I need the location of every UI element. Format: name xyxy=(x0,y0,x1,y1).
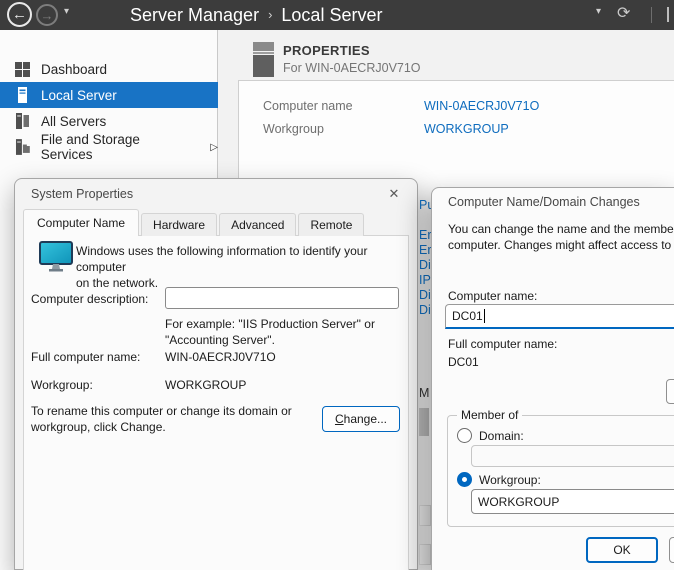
properties-subheader: For WIN-0AECRJ0V71O xyxy=(283,61,421,75)
occluded-ui-fragment xyxy=(419,408,429,436)
refresh-icon[interactable]: ⟳ xyxy=(617,3,630,23)
nav-dropdown-icon[interactable]: ▾ xyxy=(64,6,69,17)
rename-hint-line: workgroup, click Change. xyxy=(31,419,292,435)
sidebar-item-all-servers[interactable]: All Servers xyxy=(0,108,218,134)
workgroup-link[interactable]: WORKGROUP xyxy=(424,122,509,136)
titlebar: ← → ▾ Server Manager › Local Server ▾ ⟳ xyxy=(0,0,674,30)
breadcrumb-separator-icon: › xyxy=(268,7,272,22)
sidebar-item-label: File and Storage Services xyxy=(41,132,194,162)
sidebar-item-label: Local Server xyxy=(41,88,117,103)
occluded-text-fragment: Pu xyxy=(419,198,431,211)
rename-hint-line: To rename this computer or change its do… xyxy=(31,403,292,419)
dialog-title: Computer Name/Domain Changes xyxy=(448,195,640,209)
computer-description-input[interactable] xyxy=(165,287,399,309)
dialog-description-line: Windows uses the following information t… xyxy=(76,243,417,275)
server-manager-window: ← → ▾ Server Manager › Local Server ▾ ⟳ … xyxy=(0,0,674,570)
more-button-clipped[interactable] xyxy=(666,379,674,404)
occluded-text-fragment: Er xyxy=(419,243,431,256)
app-title: Server Manager xyxy=(130,5,259,26)
computer-name-input-value: DC01 xyxy=(452,309,483,323)
sidebar-item-dashboard[interactable]: Dashboard xyxy=(0,56,218,82)
sidebar-item-file-storage-services[interactable]: File and Storage Services ▷ xyxy=(0,134,218,160)
workgroup-radio[interactable] xyxy=(457,472,472,487)
dialog-description: You can change the name and the membersh… xyxy=(448,221,674,253)
dashboard-icon xyxy=(15,62,30,77)
tab-remote[interactable]: Remote xyxy=(298,213,364,236)
example-text: For example: "IIS Production Server" or … xyxy=(165,316,375,348)
full-computer-name-value: DC01 xyxy=(448,354,479,370)
monitor-icon xyxy=(39,241,73,273)
full-computer-name-label: Full computer name: xyxy=(31,349,140,365)
dialog-description-line: computer. Changes might affect access to… xyxy=(448,237,674,253)
file-storage-services-icon xyxy=(15,139,30,155)
tab-strip: Computer Name Hardware Advanced Remote xyxy=(23,209,409,236)
example-text-line: "Accounting Server". xyxy=(165,332,375,348)
properties-header: PROPERTIES xyxy=(283,43,370,58)
local-server-icon xyxy=(15,87,30,103)
occluded-text-fragment: IP xyxy=(419,273,431,286)
all-servers-icon xyxy=(15,113,30,129)
tab-advanced[interactable]: Advanced xyxy=(219,213,296,236)
domain-label: Domain: xyxy=(479,428,524,444)
occluded-text-fragment: Di xyxy=(419,303,431,316)
toolbar-divider xyxy=(651,7,652,23)
tab-computer-name[interactable]: Computer Name xyxy=(23,209,139,236)
example-text-line: For example: "IIS Production Server" or xyxy=(165,316,375,332)
workgroup-input[interactable] xyxy=(471,489,674,514)
close-icon[interactable]: ✕ xyxy=(381,183,407,205)
change-button[interactable]: Change... xyxy=(322,406,400,432)
occluded-ui-fragment xyxy=(419,505,431,526)
ok-button-label: OK xyxy=(613,543,630,557)
occluded-text-fragment: M xyxy=(419,386,431,399)
property-label: Computer name xyxy=(263,99,353,113)
domain-radio[interactable] xyxy=(457,428,472,443)
clipped-toolbar-icon xyxy=(667,7,669,22)
computer-name-label: Computer name: xyxy=(448,288,537,304)
computer-name-input[interactable]: DC01 xyxy=(445,304,674,329)
occluded-ui-fragment xyxy=(419,544,431,565)
properties-tile-icon xyxy=(252,42,275,77)
computer-name-link[interactable]: WIN-0AECRJ0V71O xyxy=(424,99,539,113)
full-computer-name-label: Full computer name: xyxy=(448,336,557,352)
dialog-title: System Properties xyxy=(31,187,133,201)
workgroup-label: Workgroup: xyxy=(479,472,541,488)
forward-arrow-icon: → xyxy=(41,8,54,23)
dialog-description: Windows uses the following information t… xyxy=(76,243,417,291)
expand-chevron-icon[interactable]: ▷ xyxy=(210,142,218,153)
toolbar-dropdown-icon[interactable]: ▾ xyxy=(596,6,601,17)
workgroup-label: Workgroup: xyxy=(31,377,93,393)
sidebar-item-local-server[interactable]: Local Server xyxy=(0,82,218,108)
occluded-text-fragment: Er xyxy=(419,228,431,241)
change-button-label: Change... xyxy=(323,412,399,426)
domain-input[interactable] xyxy=(471,445,674,467)
back-button[interactable]: ← xyxy=(7,2,32,27)
breadcrumb-section: Local Server xyxy=(281,5,382,26)
breadcrumb: Server Manager › Local Server xyxy=(130,0,382,30)
forward-button[interactable]: → xyxy=(36,4,58,26)
tab-hardware[interactable]: Hardware xyxy=(141,213,217,236)
property-label: Workgroup xyxy=(263,122,324,136)
dialog-description-line: You can change the name and the membersh… xyxy=(448,221,674,237)
rename-hint-text: To rename this computer or change its do… xyxy=(31,403,292,435)
workgroup-value: WORKGROUP xyxy=(165,377,246,393)
member-of-label: Member of xyxy=(457,407,522,423)
full-computer-name-value: WIN-0AECRJ0V71O xyxy=(165,349,276,365)
ok-button[interactable]: OK xyxy=(586,537,658,563)
sidebar-item-label: All Servers xyxy=(41,114,106,129)
occluded-text-fragment: Di xyxy=(419,288,431,301)
occluded-text-fragment: Di xyxy=(419,258,431,271)
cancel-button-clipped[interactable] xyxy=(669,537,674,563)
back-arrow-icon: ← xyxy=(12,6,27,23)
system-properties-dialog: System Properties ✕ Computer Name Hardwa… xyxy=(14,178,418,570)
domain-changes-dialog: Computer Name/Domain Changes You can cha… xyxy=(431,187,674,570)
text-cursor xyxy=(484,309,485,323)
sidebar-item-label: Dashboard xyxy=(41,62,107,77)
computer-description-label: Computer description: xyxy=(31,291,148,307)
